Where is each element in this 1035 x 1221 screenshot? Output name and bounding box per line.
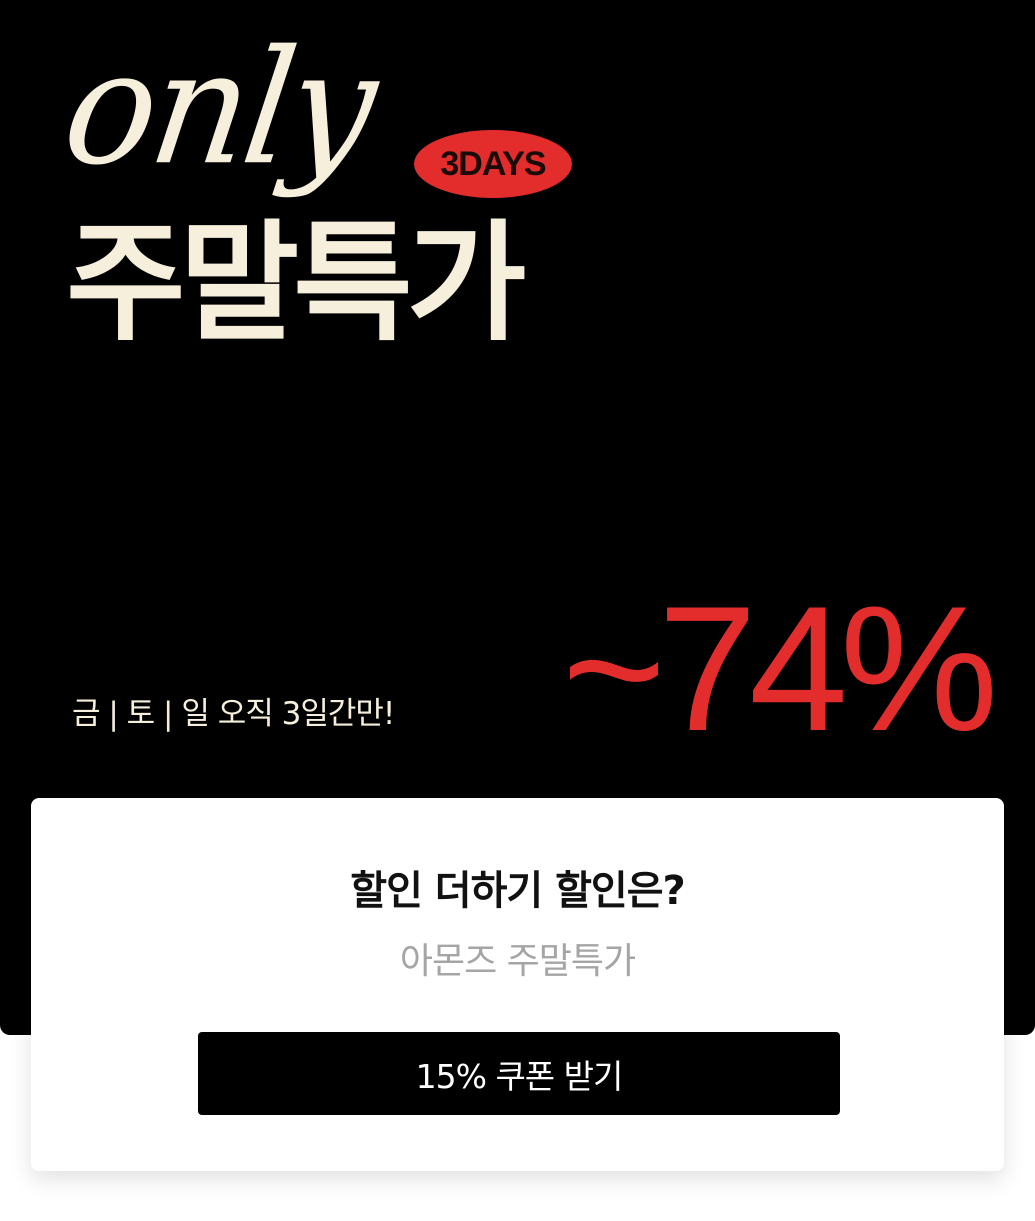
card-subtitle: 아몬즈 주말특가 — [399, 941, 636, 982]
banner-subline: 금 | 토 | 일 오직 3일간만! — [72, 696, 395, 732]
only-script-logo: only — [54, 17, 384, 201]
coupon-card: 할인 더하기 할인은? 아몬즈 주말특가 15% 쿠폰 받기 — [31, 798, 1004, 1171]
discount-rate: ~74% — [562, 569, 998, 768]
3days-badge: 3DAYS — [414, 130, 572, 198]
get-coupon-button[interactable]: 15% 쿠폰 받기 — [198, 1032, 840, 1115]
card-title: 할인 더하기 할인은? — [350, 868, 685, 914]
banner-headline: 주말특가 — [66, 207, 526, 359]
